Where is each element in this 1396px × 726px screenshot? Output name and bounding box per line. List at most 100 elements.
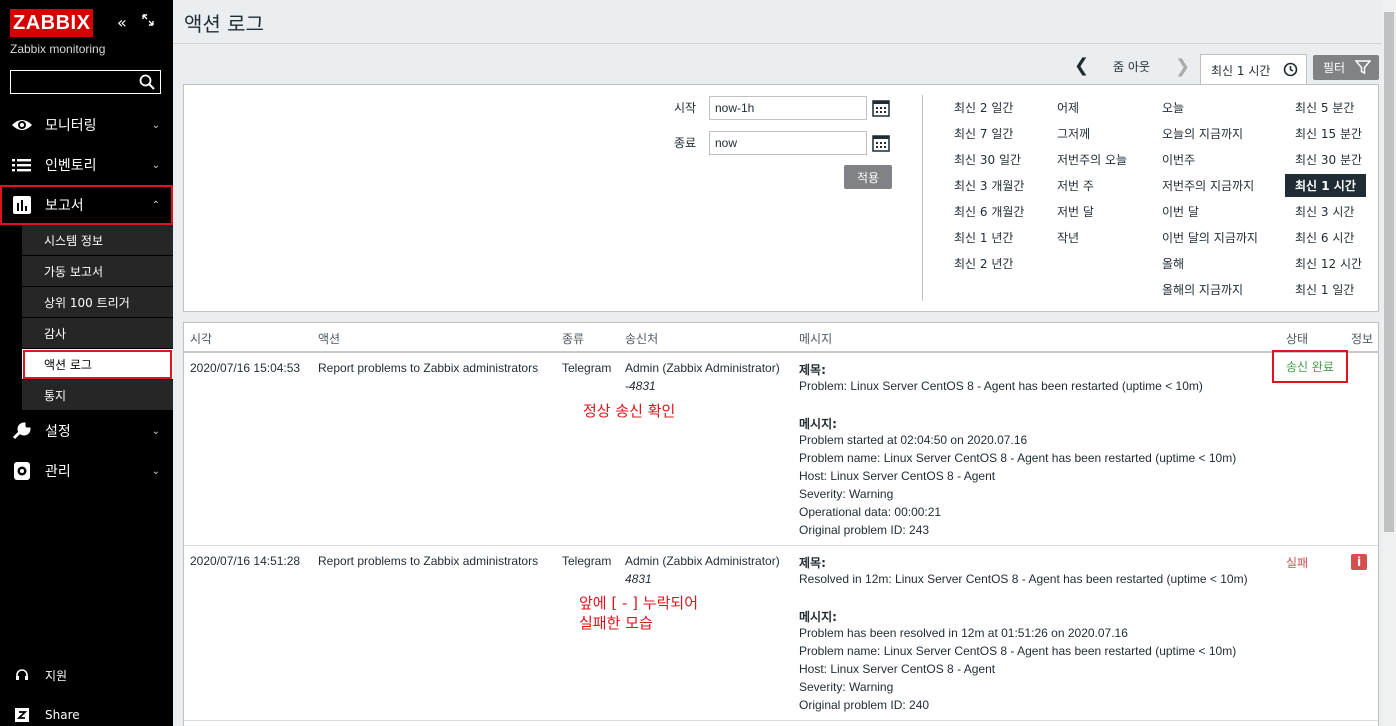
quick-range-link[interactable]: 올해 bbox=[1162, 255, 1184, 272]
submenu-top-100-triggers[interactable]: 상위 100 트리거 bbox=[22, 287, 173, 318]
quick-range-link[interactable]: 최신 30 분간 bbox=[1295, 151, 1362, 168]
quick-range-link[interactable]: 저번주의 지금까지 bbox=[1162, 177, 1254, 194]
quick-range-link[interactable]: 올해의 지금까지 bbox=[1162, 281, 1243, 298]
menu-reports[interactable]: 보고서 ⌃ bbox=[0, 185, 173, 225]
submenu-availability-report[interactable]: 가동 보고서 bbox=[22, 256, 173, 287]
row-type: Telegram bbox=[562, 361, 612, 375]
quick-range-link[interactable]: 저번 달 bbox=[1057, 203, 1094, 220]
quick-range-link[interactable]: 최신 3 개월간 bbox=[954, 177, 1024, 194]
quick-range-link[interactable]: 이번 달 bbox=[1162, 203, 1199, 220]
menu-monitoring[interactable]: 모니터링 ⌄ bbox=[0, 105, 173, 145]
filter-divider bbox=[922, 95, 923, 301]
chevron-down-icon: ⌄ bbox=[151, 160, 160, 171]
to-label: 종료 bbox=[674, 136, 697, 150]
calendar-icon[interactable] bbox=[872, 99, 890, 117]
column-header-type: 종류 bbox=[562, 332, 585, 346]
status-sent: 송신 완료 bbox=[1272, 350, 1348, 383]
zoom-out-button[interactable]: 줌 아웃 bbox=[1113, 58, 1150, 75]
row-divider bbox=[184, 720, 1378, 721]
calendar-icon[interactable] bbox=[872, 134, 890, 152]
quick-range-link[interactable]: 오늘의 지금까지 bbox=[1162, 125, 1243, 142]
message-line: Original problem ID: 243 bbox=[799, 523, 930, 537]
annotation-failure-line2: 실패한 모습 bbox=[579, 614, 653, 632]
menu-administration[interactable]: 관리 ⌄ bbox=[0, 451, 173, 491]
sidebar: ZABBIX « Zabbix monitoring 모니터링 ⌄ 인벤토리 ⌄… bbox=[0, 0, 173, 726]
quick-range-link[interactable]: 이번주 bbox=[1162, 151, 1195, 168]
timeline-next-icon[interactable]: ❯ bbox=[1175, 56, 1190, 77]
column-header-time[interactable]: 시각 bbox=[190, 330, 212, 347]
column-header-status: 상태 bbox=[1286, 332, 1309, 346]
to-input[interactable]: now bbox=[709, 131, 867, 155]
chevron-up-icon: ⌃ bbox=[151, 200, 160, 211]
annotation-success: 정상 송신 확인 bbox=[583, 402, 676, 420]
scrollbar-thumb[interactable] bbox=[1384, 12, 1394, 532]
share-label: Share bbox=[45, 708, 80, 722]
support-link[interactable]: 지원 bbox=[0, 660, 173, 690]
server-name: Zabbix monitoring bbox=[10, 42, 106, 56]
subject-text: Problem: Linux Server CentOS 8 - Agent h… bbox=[799, 379, 1203, 393]
main-menu: 모니터링 ⌄ 인벤토리 ⌄ 보고서 ⌃ 시스템 정보 가동 보고서 상위 100… bbox=[0, 105, 173, 491]
timeline-prev-icon[interactable]: ❮ bbox=[1074, 55, 1089, 85]
from-label: 시작 bbox=[674, 101, 697, 115]
search-icon[interactable] bbox=[139, 74, 155, 90]
quick-range-link[interactable]: 최신 2 년간 bbox=[954, 255, 1013, 272]
gear-icon bbox=[14, 462, 30, 480]
quick-range-link[interactable]: 이번 달의 지금까지 bbox=[1162, 229, 1258, 246]
quick-range-link[interactable]: 최신 6 시간 bbox=[1295, 229, 1354, 246]
submenu-system-info[interactable]: 시스템 정보 bbox=[22, 225, 173, 256]
from-input[interactable]: now-1h bbox=[709, 96, 867, 120]
row-divider bbox=[184, 545, 1378, 546]
column-header-recipient: 송신처 bbox=[625, 332, 659, 346]
quick-range-link[interactable]: 최신 1 년간 bbox=[954, 229, 1013, 246]
apply-button[interactable]: 적용 bbox=[844, 165, 892, 189]
quick-range-link[interactable]: 오늘 bbox=[1162, 99, 1184, 116]
quick-range-link[interactable]: 최신 15 분간 bbox=[1295, 125, 1362, 142]
quick-range-link[interactable]: 최신 5 분간 bbox=[1295, 99, 1354, 116]
row-recipient-id: 4831 bbox=[625, 572, 652, 586]
quick-range-link[interactable]: 어제 bbox=[1057, 99, 1079, 116]
message-line: Severity: Warning bbox=[799, 680, 894, 694]
quick-range-link[interactable]: 작년 bbox=[1057, 229, 1079, 246]
headset-icon bbox=[16, 669, 28, 680]
quick-range-link[interactable]: 최신 1 일간 bbox=[1295, 281, 1354, 298]
submenu-audit[interactable]: 감사 bbox=[22, 318, 173, 349]
row-time: 2020/07/16 14:51:28 bbox=[190, 554, 301, 568]
quick-range-link[interactable]: 최신 30 일간 bbox=[954, 151, 1021, 168]
wrench-icon bbox=[12, 422, 31, 440]
quick-range-link[interactable]: 최신 3 시간 bbox=[1295, 203, 1354, 220]
zabbix-logo[interactable]: ZABBIX bbox=[10, 9, 94, 37]
chevron-down-icon: ⌄ bbox=[151, 120, 160, 131]
share-link[interactable]: Share bbox=[0, 700, 173, 726]
search-input[interactable] bbox=[10, 70, 161, 94]
menu-inventory[interactable]: 인벤토리 ⌄ bbox=[0, 145, 173, 185]
row-action: Report problems to Zabbix administrators bbox=[318, 361, 539, 375]
collapse-sidebar-icon[interactable]: « bbox=[117, 13, 127, 32]
menu-configuration[interactable]: 설정 ⌄ bbox=[0, 411, 173, 451]
quick-range-link[interactable]: 최신 12 시간 bbox=[1295, 255, 1362, 272]
error-info-icon[interactable]: i bbox=[1351, 554, 1367, 570]
time-range-label: 최신 1 시간 bbox=[1211, 63, 1271, 78]
list-icon bbox=[12, 159, 31, 172]
quick-range-link[interactable]: 그저께 bbox=[1057, 125, 1090, 142]
clock-icon bbox=[1283, 62, 1298, 77]
annotation-failure-line1: 앞에 [ - ] 누락되어 bbox=[579, 594, 698, 612]
support-label: 지원 bbox=[45, 668, 68, 683]
message-line: Operational data: 00:00:21 bbox=[799, 505, 942, 519]
quick-range-link[interactable]: 최신 7 일간 bbox=[954, 125, 1013, 142]
filter-tab-button[interactable]: 필터 bbox=[1313, 55, 1379, 80]
row-recipient: Admin (Zabbix Administrator) bbox=[625, 361, 780, 375]
kiosk-mode-icon[interactable] bbox=[142, 14, 154, 26]
submenu-action-log[interactable]: 액션 로그 bbox=[22, 349, 173, 380]
bar-chart-icon bbox=[13, 196, 31, 214]
quick-range-link[interactable]: 최신 6 개월간 bbox=[954, 203, 1024, 220]
subject-label: 제목: bbox=[799, 556, 826, 570]
quick-range-link-selected[interactable]: 최신 1 시간 bbox=[1285, 174, 1366, 197]
menu-label: 관리 bbox=[45, 464, 71, 480]
quick-range-link[interactable]: 저번주의 오늘 bbox=[1057, 151, 1127, 168]
quick-range-link[interactable]: 최신 2 일간 bbox=[954, 99, 1013, 116]
submenu-notifications[interactable]: 통지 bbox=[22, 380, 173, 411]
quick-range-link[interactable]: 저번 주 bbox=[1057, 177, 1094, 194]
row-time: 2020/07/16 15:04:53 bbox=[190, 361, 301, 375]
tab-time-range[interactable]: 최신 1 시간 bbox=[1200, 54, 1307, 85]
column-header-message: 메시지 bbox=[799, 332, 833, 346]
